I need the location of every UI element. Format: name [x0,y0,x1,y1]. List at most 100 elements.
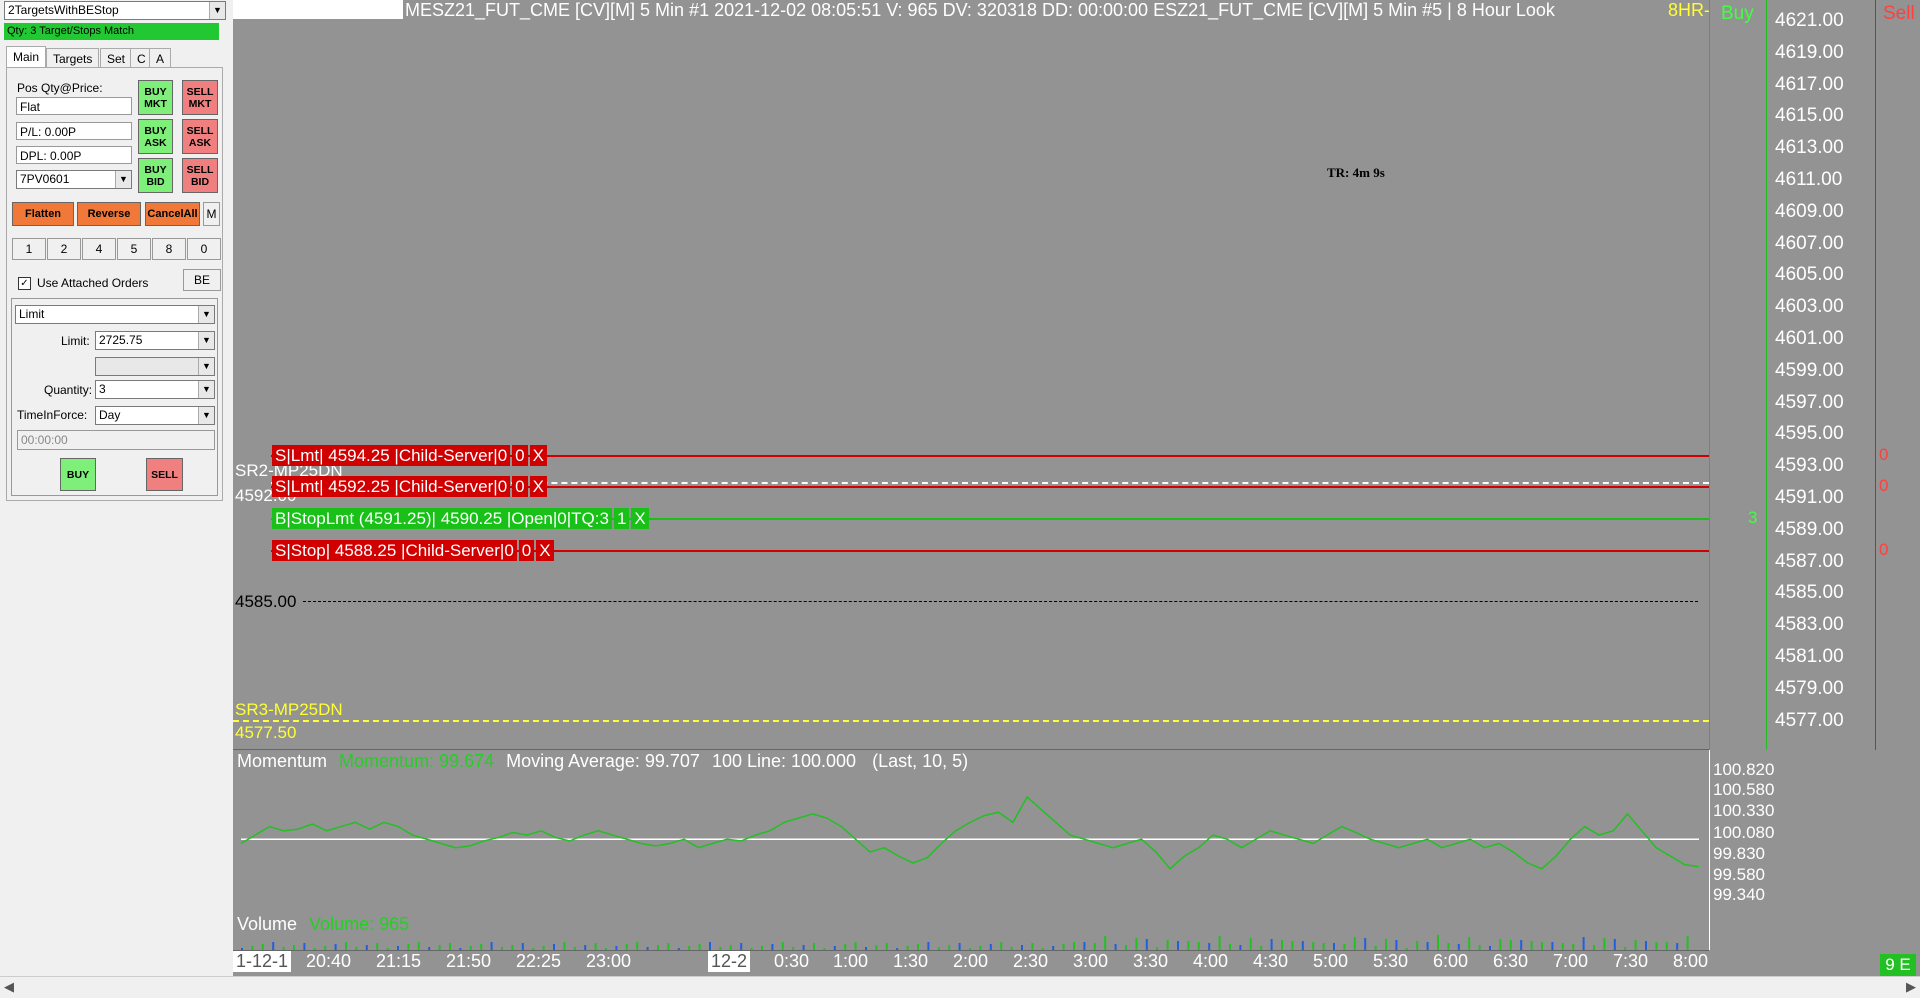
status-bar: Qty: 3 Target/Stops Match [4,23,219,40]
volume-bar [1135,938,1138,950]
momentum-axis-label: 100.330 [1713,801,1775,821]
time-axis-label: 20:40 [306,951,352,971]
order-cancel-icon[interactable]: X [529,476,547,497]
volume-bar [636,942,639,950]
order-cancel-icon[interactable]: X [529,445,547,466]
volume-bar [1312,942,1315,950]
order-tag-qty[interactable]: 0 [518,540,535,561]
chevron-down-icon: ▼ [198,381,214,398]
volume-bar [781,942,784,950]
chart-header-text: MESZ21_FUT_CME [CV][M] 5 Min #1 2021-12-… [405,0,1555,20]
qty-preset-0[interactable]: 0 [187,238,221,260]
price-axis-label: 4601.00 [1775,328,1844,349]
time-axis-labels: 1-12-1 20:40 21:15 21:50 22:25 23:00 12-2 0:30 1… [233,950,1709,974]
price-axis-label: 4581.00 [1775,646,1844,667]
time-in-force-select[interactable]: Day ▼ [95,406,215,425]
horizontal-scrollbar[interactable]: ◀ ▶ [0,976,1920,998]
price-axis-label: 4605.00 [1775,264,1844,286]
qty-preset-5[interactable]: 5 [117,238,151,260]
sell-column-separator [1875,0,1876,750]
volume-bar [1665,942,1668,950]
sell-qty-4594: 0 [1879,445,1889,464]
tab-set[interactable]: Set [100,48,133,69]
order-cancel-icon[interactable]: X [536,540,554,561]
volume-bar [1322,943,1325,950]
chevron-down-icon: ▼ [115,171,131,188]
use-attached-orders-checkbox[interactable]: ✓ [18,277,31,290]
level-4585-line [303,601,1698,602]
breakeven-button[interactable]: BE [183,269,221,291]
volume-bar [521,943,524,950]
scroll-right-icon[interactable]: ▶ [1906,979,1916,995]
sell-bid-button[interactable]: SELL BID [182,158,218,193]
time-axis-label: 7:00 [1553,951,1589,971]
use-attached-orders-label: Use Attached Orders [37,276,149,290]
time-axis-label: 5:30 [1373,951,1409,971]
qty-preset-2[interactable]: 2 [47,238,81,260]
momentum-axis: 100.820 100.580 100.330 100.080 99.830 99.580… [1711,760,1791,910]
order-tag-buy-stop-limit[interactable]: B|StopLmt (4591.25)| 4590.25 |Open|0|TQ:… [272,508,651,529]
reverse-button[interactable]: Reverse [77,202,141,226]
volume-bar [1281,940,1283,950]
scroll-left-icon[interactable]: ◀ [4,979,14,995]
sell-button[interactable]: SELL [146,458,183,491]
sell-market-button[interactable]: SELL MKT [182,80,218,115]
volume-bar [1437,935,1439,950]
volume-bar [1073,942,1075,950]
time-axis-label: 21:50 [446,951,492,971]
buy-button[interactable]: BUY [60,458,96,491]
pl-field: P/L: 0.00P [16,122,132,140]
flatten-button[interactable]: Flatten [12,202,74,226]
volume-bar [1634,940,1637,950]
timer-remaining-label: TR: 4m 9s [1327,165,1385,180]
position-field: Flat [16,97,132,115]
tab-a[interactable]: A [149,48,172,69]
tab-targets[interactable]: Targets [46,48,100,69]
quantity-input[interactable]: 3 ▼ [95,380,215,399]
time-axis-label: 6:00 [1433,951,1469,971]
chevron-down-icon: ▼ [198,358,214,375]
order-tag-sell-limit-2[interactable]: S|Lmt| 4592.25 |Child-Server|0 0 X [272,476,549,497]
time-input[interactable]: 00:00:00 [17,430,215,450]
sr3-price: 4577.50 [235,723,297,742]
price-axis[interactable]: 4621.00 4619.00 4617.00 4615.00 4613.00 4611.… [1775,0,1875,750]
chevron-down-icon: ▼ [198,407,214,424]
buy-bid-button[interactable]: BUY BID [138,158,173,193]
order-tag-qty[interactable]: 1 [613,508,630,529]
time-axis-label: 3:00 [1073,951,1109,971]
qty-preset-1[interactable]: 1 [12,238,46,260]
time-axis-label: 5:00 [1313,951,1349,971]
chart-area[interactable]: MESZ21_FUT_CME [CV][M] 5 Min #1 2021-12-… [0,0,1920,998]
buy-ask-button[interactable]: BUY ASK [138,119,173,154]
price-axis-label: 4607.00 [1775,232,1844,254]
tab-main[interactable]: Main [6,46,47,67]
strategy-select[interactable]: 2TargetsWithBEStop ▼ [4,1,226,20]
volume-bar [1499,939,1502,950]
order-tag-qty[interactable]: 0 [512,445,528,466]
limit-price-input[interactable]: 2725.75 ▼ [95,331,215,350]
strategy-select-value: 2TargetsWithBEStop [8,3,119,17]
buy-market-button[interactable]: BUY MKT [138,80,173,115]
price-axis-label: 4583.00 [1775,614,1844,636]
qty-preset-4[interactable]: 4 [82,238,116,260]
price-axis-label: 4611.00 [1775,169,1843,190]
time-axis-label: 22:25 [516,951,562,971]
volume-bar [1395,940,1398,950]
order-tag-sell-stop[interactable]: S|Stop| 4588.25 |Child-Server|0 0 X [272,540,556,561]
level-4585-label: 4585.00 [235,592,297,611]
qty-preset-8[interactable]: 8 [152,238,186,260]
account-select[interactable]: 7PV0601 ▼ [16,170,132,189]
m-button[interactable]: M [203,202,220,226]
secondary-select[interactable]: ▼ [95,357,215,376]
time-axis-label: 6:30 [1493,951,1529,971]
order-tag-sell-limit-1[interactable]: S|Lmt| 4594.25 |Child-Server|0 0 X [272,445,549,466]
time-axis-label: 4:30 [1253,951,1289,971]
order-type-select[interactable]: Limit ▼ [15,305,215,324]
sell-ask-button[interactable]: SELL ASK [182,119,218,154]
volume-bar [449,943,451,950]
order-cancel-icon[interactable]: X [631,508,649,529]
volume-bar [1208,943,1211,950]
volume-bar [1551,942,1554,950]
cancel-all-button[interactable]: CancelAll [145,202,200,226]
order-tag-qty[interactable]: 0 [512,476,528,497]
